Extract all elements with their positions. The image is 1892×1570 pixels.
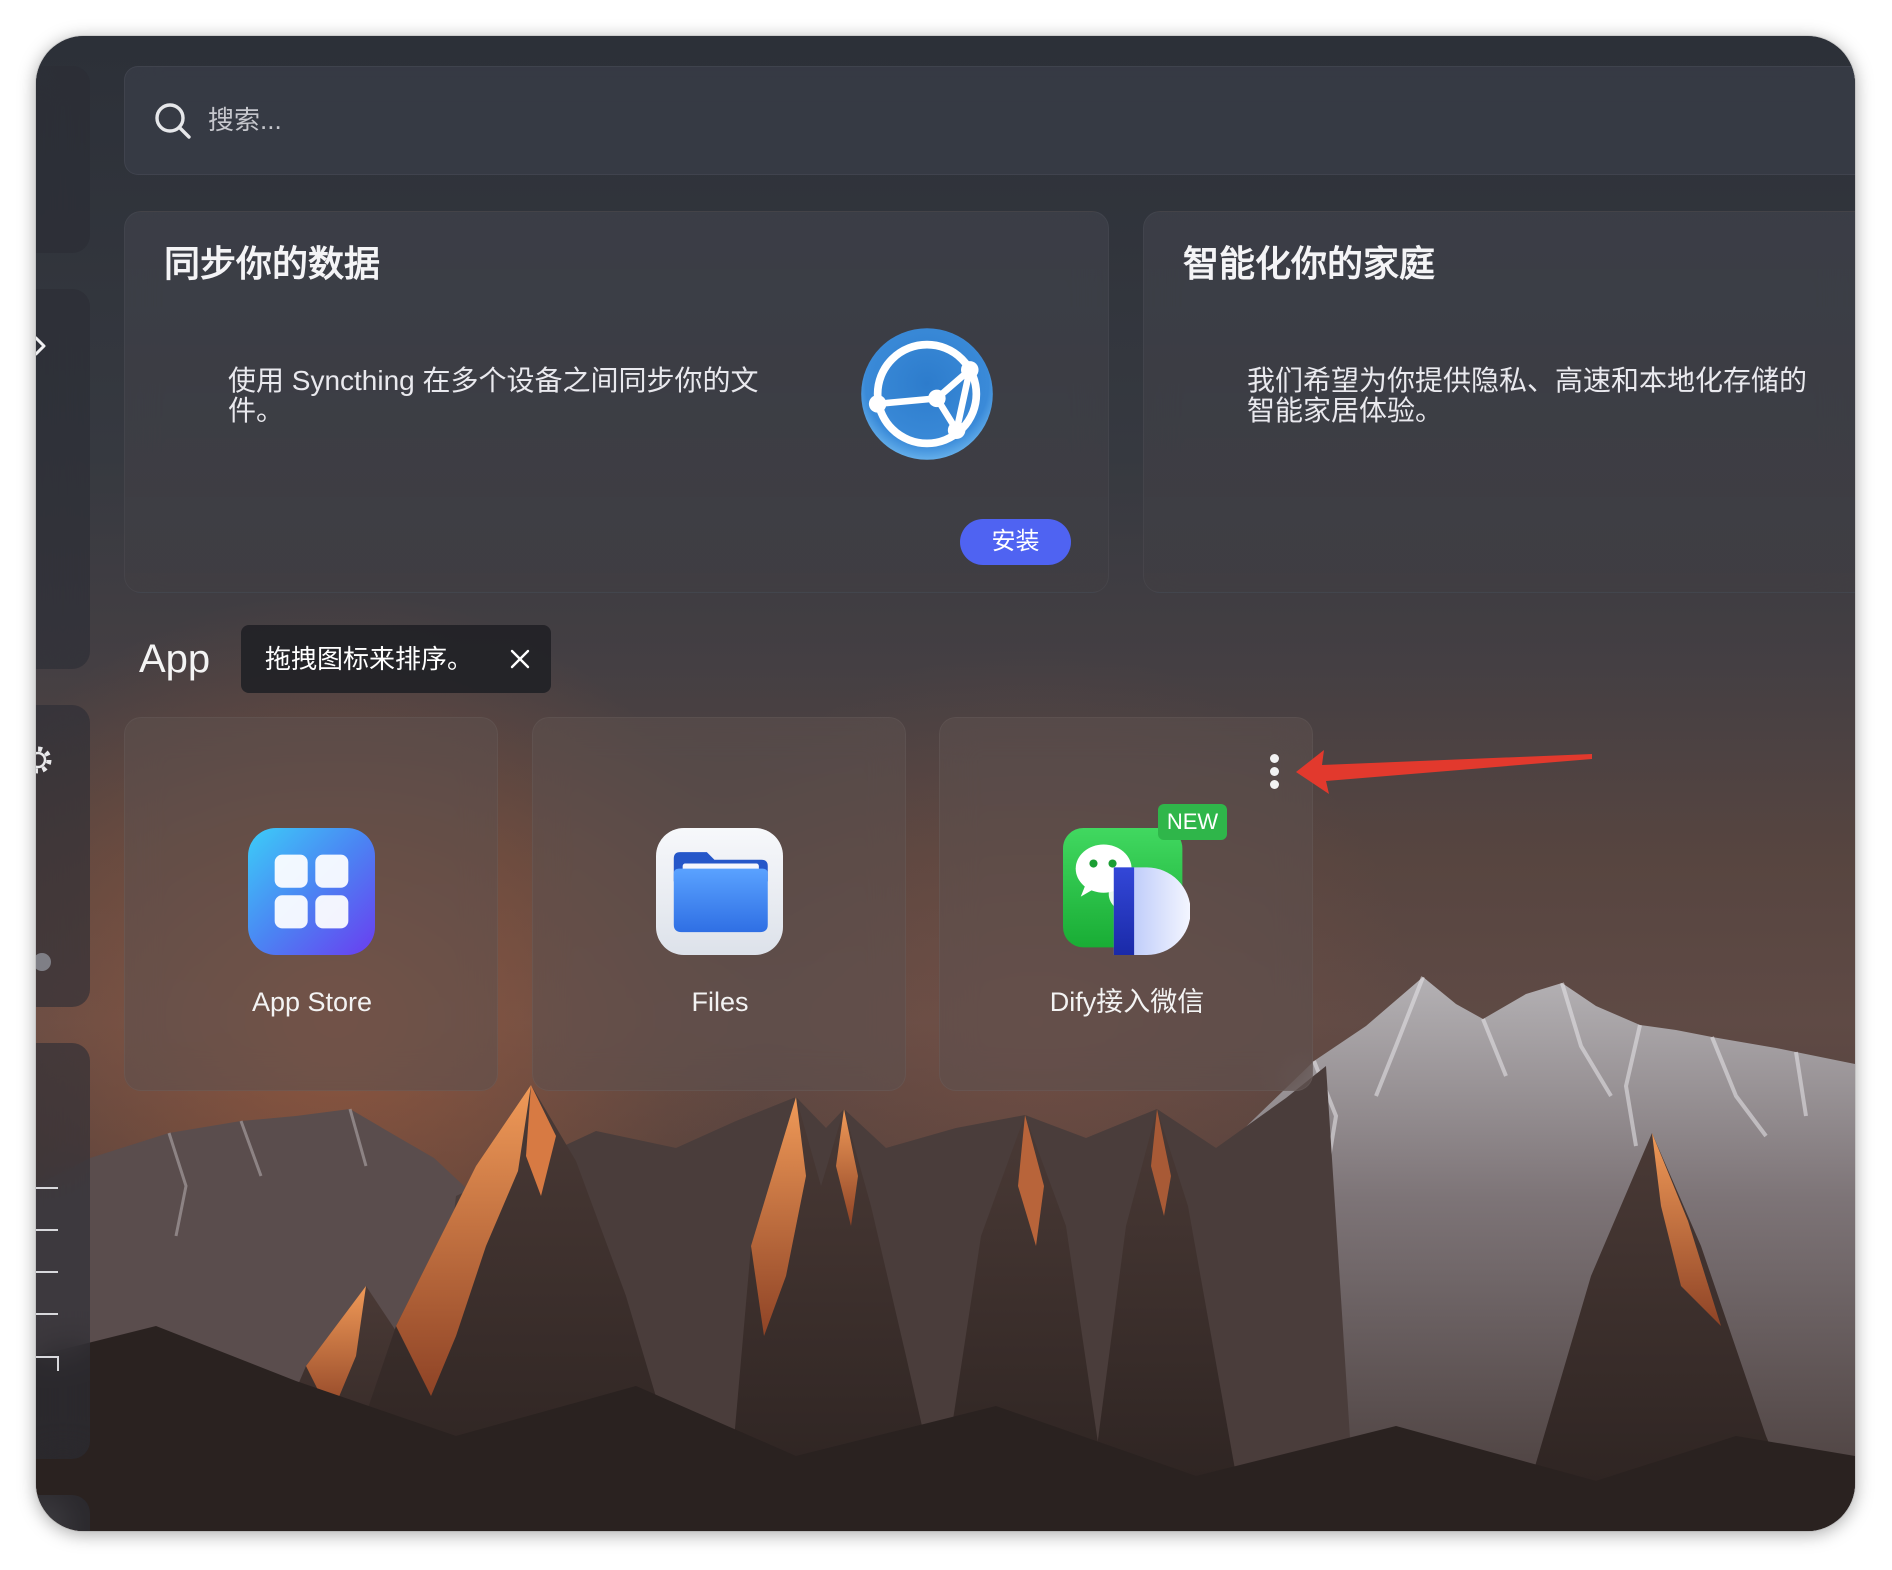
- search-icon: [155, 103, 191, 139]
- featured-card-title: 智能化你的家庭: [1183, 243, 1436, 284]
- reorder-tip-text: 拖拽图标来排序。: [265, 644, 474, 674]
- app-tile-files[interactable]: Files: [532, 717, 906, 1091]
- featured-card-title: 同步你的数据: [164, 243, 381, 284]
- sidebar-panel-5: [36, 1495, 90, 1531]
- status-dot-icon: [36, 953, 51, 971]
- app-window: 同步你的数据 使用 Syncthing 在多个设备之间同步你的文件。: [36, 36, 1855, 1531]
- featured-card-smart-home[interactable]: 智能化你的家庭 我们希望为你提供隐私、高速和本地化存储的智能家居体验。: [1143, 211, 1855, 593]
- featured-card-description: 我们希望为你提供隐私、高速和本地化存储的智能家居体验。: [1247, 365, 1808, 426]
- app-tile-app-store[interactable]: App Store: [124, 717, 498, 1091]
- app-tile-label: App Store: [251, 987, 373, 1017]
- folder-icon: [656, 828, 783, 955]
- sidebar-panel-4: [36, 1043, 90, 1459]
- featured-card-sync[interactable]: 同步你的数据 使用 Syncthing 在多个设备之间同步你的文件。 安装: [124, 211, 1109, 593]
- sidebar-panel-3: [36, 705, 90, 1007]
- more-vertical-icon[interactable]: [1268, 752, 1282, 792]
- app-tile-dify-wechat[interactable]: NEW Dify接入微信: [939, 717, 1313, 1091]
- apps-section-title: App: [139, 637, 211, 681]
- app-store-icon: [248, 828, 375, 955]
- reorder-tip: 拖拽图标来排序。: [241, 625, 551, 693]
- app-tile-label: Dify接入微信: [1049, 987, 1205, 1017]
- sidebar-panel-1: [36, 66, 90, 253]
- install-button[interactable]: 安装: [960, 519, 1071, 565]
- search-bar[interactable]: [124, 66, 1855, 175]
- chevron-right-icon[interactable]: [36, 334, 56, 358]
- sidebar-panel-2: [36, 289, 90, 669]
- featured-card-description: 使用 Syncthing 在多个设备之间同步你的文件。: [228, 365, 759, 426]
- close-icon[interactable]: [509, 648, 531, 670]
- app-tile-label: Files: [691, 987, 749, 1017]
- list-icon: [36, 1187, 59, 1371]
- new-badge: NEW: [1158, 804, 1227, 840]
- gear-icon[interactable]: [36, 744, 54, 776]
- search-input[interactable]: [208, 67, 808, 174]
- dify-wechat-icon: [1063, 828, 1190, 955]
- syncthing-icon: [861, 328, 993, 460]
